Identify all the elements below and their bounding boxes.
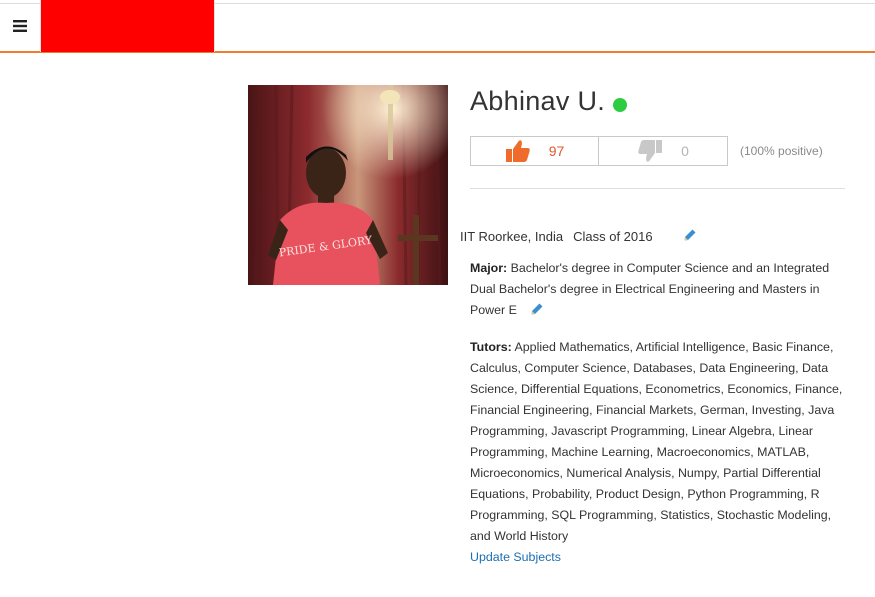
major-text: Bachelor's degree in Computer Science an…: [470, 261, 830, 317]
major-label: Major:: [470, 261, 508, 275]
positive-percentage: (100% positive): [740, 144, 823, 158]
menu-button[interactable]: [0, 0, 41, 52]
header-divider: [214, 0, 215, 52]
thumbs-up-icon: [505, 140, 530, 162]
edit-major-button[interactable]: [530, 302, 544, 323]
pencil-edit-icon: [531, 303, 543, 315]
thumbs-up-count: 97: [548, 143, 565, 159]
pencil-edit-icon: [684, 229, 696, 241]
edit-school-button[interactable]: [683, 228, 697, 245]
update-subjects-link[interactable]: Update Subjects: [470, 547, 561, 568]
class-year: Class of 2016: [573, 229, 653, 244]
thumbs-down-icon: [638, 140, 663, 162]
tutors-label: Tutors:: [470, 340, 512, 354]
school-row: IIT Roorkee, India Class of 2016: [460, 228, 697, 245]
tutors-section: Tutors: Applied Mathematics, Artificial …: [470, 337, 845, 568]
thumbs-up-button[interactable]: 97: [470, 136, 599, 166]
school-name: IIT Roorkee, India: [460, 229, 564, 244]
profile-photo: PRIDE & GLORY: [248, 85, 448, 285]
major-section: Major: Bachelor's degree in Computer Sci…: [470, 258, 845, 323]
rating-bar: 97 0 (100% positive): [470, 136, 823, 166]
hamburger-menu-icon: [13, 20, 27, 32]
top-header: [0, 0, 875, 53]
online-status-indicator: [613, 97, 628, 112]
thumbs-down-button[interactable]: 0: [599, 136, 728, 166]
section-divider: [470, 188, 845, 189]
tutors-subjects: Applied Mathematics, Artificial Intellig…: [470, 340, 843, 543]
thumbs-down-count: 0: [681, 143, 689, 159]
brand-logo[interactable]: [41, 0, 214, 52]
tutor-name: Abhinav U.: [470, 86, 606, 116]
name-row: Abhinav U.: [470, 86, 628, 117]
